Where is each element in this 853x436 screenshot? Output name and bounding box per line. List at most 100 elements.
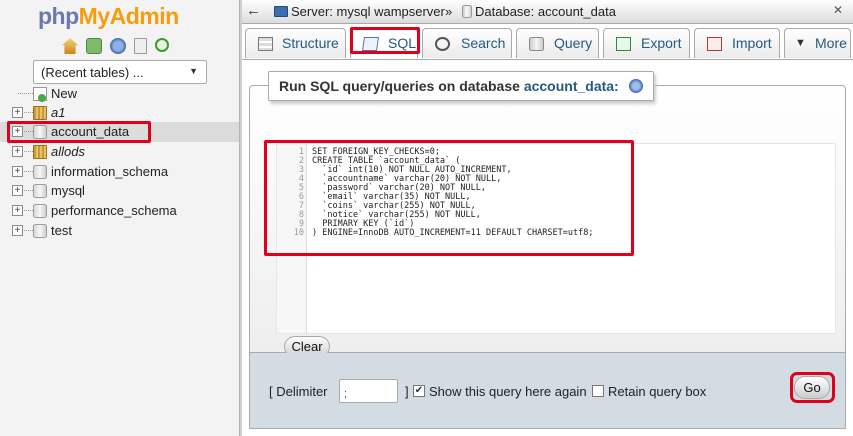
line-number: 10 bbox=[293, 228, 304, 238]
sql-footer: [ Delimiter ] ✔ Show this query here aga… bbox=[249, 353, 846, 429]
query-icon bbox=[529, 37, 544, 51]
tab-search[interactable]: Search bbox=[422, 28, 512, 58]
tree-item-label: account_data bbox=[51, 124, 130, 139]
tree-connector bbox=[24, 131, 33, 132]
tree-connector bbox=[24, 230, 33, 231]
show-query-label[interactable]: Show this query here again bbox=[429, 384, 587, 399]
server-icon bbox=[274, 6, 288, 17]
tab-label: More bbox=[815, 35, 847, 51]
navigation-panel: phpMyAdmin (Recent tables) ... ▼ New + a… bbox=[0, 0, 239, 436]
logout-icon[interactable] bbox=[86, 38, 102, 54]
collapse-icon[interactable]: ✕ bbox=[833, 3, 843, 17]
breadcrumb: ← Server: mysql wampserver » Database: a… bbox=[242, 0, 853, 24]
retain-query-label[interactable]: Retain query box bbox=[608, 384, 706, 399]
breadcrumb-database[interactable]: Database: account_data bbox=[475, 4, 616, 19]
help-icon[interactable] bbox=[628, 79, 643, 94]
tree-item-label: test bbox=[51, 223, 72, 238]
go-button[interactable]: Go bbox=[794, 376, 830, 399]
expand-icon[interactable]: + bbox=[12, 205, 23, 216]
tree-connector bbox=[18, 93, 33, 94]
tree-item-label: a1 bbox=[51, 105, 66, 120]
recent-tables-select[interactable]: (Recent tables) ... ▼ bbox=[33, 60, 207, 84]
tree-item-performance-schema[interactable]: + performance_schema bbox=[0, 201, 239, 221]
tab-label: Search bbox=[461, 35, 506, 51]
phpmyadmin-logo[interactable]: phpMyAdmin bbox=[38, 3, 179, 30]
database-group-icon bbox=[33, 145, 47, 159]
expand-icon[interactable]: + bbox=[12, 107, 23, 118]
back-arrow-icon[interactable]: ← bbox=[246, 2, 261, 19]
main-tabs: Structure SQL Search Query Export Import… bbox=[242, 24, 853, 60]
tree-connector bbox=[24, 190, 33, 191]
tree-item-label: allods bbox=[51, 144, 85, 159]
tree-item-mysql[interactable]: + mysql bbox=[0, 181, 239, 201]
tree-connector bbox=[24, 112, 33, 113]
breadcrumb-server[interactable]: Server: mysql wampserver bbox=[291, 4, 445, 19]
phpmyadmin-window: phpMyAdmin (Recent tables) ... ▼ New + a… bbox=[0, 0, 853, 436]
sql-query-panel: 1 SET FOREIGN_KEY_CHECKS=0; 2 CREATE TABLE… bbox=[242, 61, 853, 436]
tree-item-label: New bbox=[51, 86, 78, 101]
tab-label: Export bbox=[641, 35, 682, 51]
tab-sql[interactable]: SQL bbox=[350, 28, 418, 58]
sql-icon bbox=[362, 37, 379, 51]
tree-item-label: information_schema bbox=[51, 164, 169, 179]
database-icon bbox=[33, 224, 47, 238]
help-icon[interactable] bbox=[110, 38, 126, 54]
show-query-checkbox[interactable]: ✔ bbox=[413, 385, 425, 397]
tab-label: Structure bbox=[282, 35, 339, 51]
tab-export[interactable]: Export bbox=[603, 28, 690, 58]
expand-icon[interactable]: + bbox=[12, 225, 23, 236]
tree-item-new[interactable]: New bbox=[0, 84, 239, 104]
tab-query[interactable]: Query bbox=[516, 28, 599, 58]
database-group-icon bbox=[33, 106, 47, 120]
tree-connector bbox=[24, 210, 33, 211]
logo-php: php bbox=[38, 3, 79, 29]
tree-item-allods[interactable]: + allods bbox=[0, 142, 239, 162]
database-icon bbox=[33, 165, 47, 179]
expand-icon[interactable]: + bbox=[12, 126, 23, 137]
tree-connector bbox=[24, 151, 33, 152]
tab-structure[interactable]: Structure bbox=[245, 28, 346, 58]
search-icon bbox=[435, 37, 450, 51]
tab-more[interactable]: ▼ More bbox=[784, 28, 851, 58]
tab-label: SQL bbox=[388, 35, 417, 51]
tab-label: Import bbox=[732, 35, 772, 51]
sql-fieldset: 1 SET FOREIGN_KEY_CHECKS=0; 2 CREATE TABLE… bbox=[249, 85, 846, 358]
sql-panel-title-text: Run SQL query/queries on database bbox=[279, 78, 520, 94]
breadcrumb-separator: » bbox=[445, 4, 453, 19]
expand-icon[interactable]: + bbox=[12, 146, 23, 157]
documentation-icon[interactable] bbox=[134, 38, 147, 54]
expand-icon[interactable]: + bbox=[12, 166, 23, 177]
reload-icon[interactable] bbox=[155, 38, 169, 52]
delimiter-input[interactable] bbox=[339, 379, 398, 403]
chevron-down-icon: ▼ bbox=[189, 66, 198, 76]
structure-icon bbox=[258, 37, 273, 51]
expand-icon[interactable]: + bbox=[12, 185, 23, 196]
import-icon bbox=[707, 37, 722, 51]
database-icon bbox=[33, 125, 47, 139]
tree-item-account-data[interactable]: + account_data bbox=[0, 122, 239, 142]
database-icon bbox=[33, 184, 47, 198]
tree-item-information-schema[interactable]: + information_schema bbox=[0, 162, 239, 182]
delimiter-bracket: ] bbox=[405, 384, 409, 399]
tree-item-label: performance_schema bbox=[51, 203, 177, 218]
delimiter-label: [ Delimiter bbox=[269, 384, 328, 399]
nav-quick-icons bbox=[62, 38, 169, 54]
tab-label: Query bbox=[554, 35, 593, 51]
tree-item-test[interactable]: + test bbox=[0, 221, 239, 241]
logo-myadmin: MyAdmin bbox=[78, 3, 180, 29]
tab-import[interactable]: Import bbox=[694, 28, 780, 58]
tree-item-label: mysql bbox=[51, 183, 85, 198]
sql-panel-title: Run SQL query/queries on database accoun… bbox=[268, 71, 654, 101]
new-database-icon bbox=[33, 87, 47, 102]
chevron-down-icon: ▼ bbox=[795, 37, 806, 49]
code-text: ) ENGINE=InnoDB AUTO_INCREMENT=11 DEFAUL… bbox=[312, 228, 594, 238]
recent-tables-value: (Recent tables) ... bbox=[41, 65, 144, 80]
home-icon[interactable] bbox=[62, 38, 78, 54]
retain-query-checkbox[interactable] bbox=[592, 385, 604, 397]
database-icon bbox=[33, 204, 47, 218]
sql-editor[interactable]: 1 SET FOREIGN_KEY_CHECKS=0; 2 CREATE TABLE… bbox=[276, 143, 836, 334]
database-icon bbox=[462, 5, 472, 18]
sql-panel-database[interactable]: account_data: bbox=[524, 78, 619, 94]
export-icon bbox=[616, 37, 631, 51]
tree-item-a1[interactable]: + a1 bbox=[0, 103, 239, 123]
